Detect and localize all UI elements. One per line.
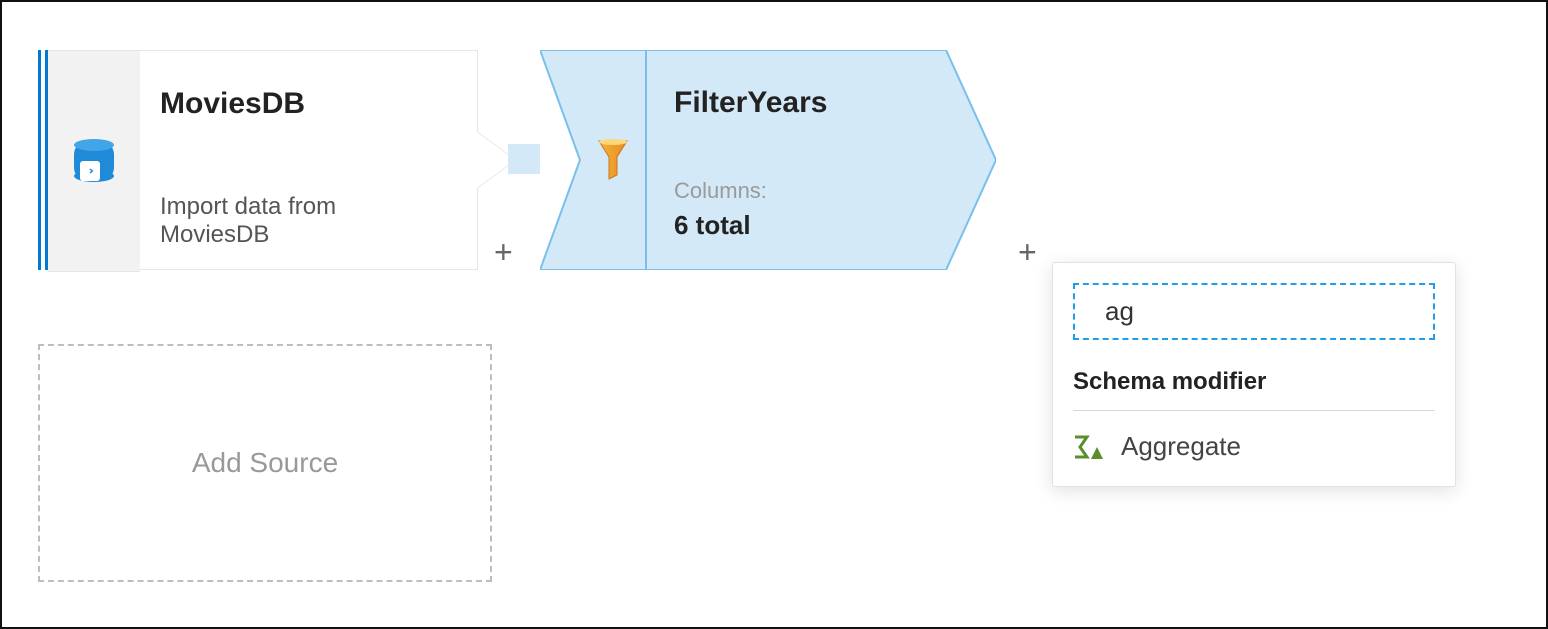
flow-connector (508, 144, 540, 174)
aggregate-icon (1073, 435, 1103, 459)
filter-node[interactable]: FilterYears Columns: 6 total (540, 50, 996, 270)
filter-body: FilterYears Columns: 6 total (664, 50, 946, 270)
database-icon (74, 139, 114, 183)
picker-category-header: Schema modifier (1073, 368, 1435, 411)
add-transform-after-filter-button[interactable]: + (1018, 234, 1037, 271)
transformation-picker: Schema modifier Aggregate (1052, 262, 1456, 487)
picker-item-aggregate[interactable]: Aggregate (1073, 431, 1435, 462)
filter-title: FilterYears (674, 86, 936, 120)
source-title: MoviesDB (160, 87, 441, 121)
filter-columns-value: 6 total (674, 210, 936, 241)
source-selection-marks (38, 50, 48, 270)
transformation-search[interactable] (1073, 283, 1435, 340)
funnel-icon (597, 139, 629, 181)
source-icon-column (48, 50, 140, 272)
add-transform-after-source-button[interactable]: + (494, 234, 513, 271)
add-source-label: Add Source (192, 447, 338, 479)
source-body: MoviesDB Import data from MoviesDB (140, 50, 478, 270)
add-source-placeholder[interactable]: Add Source (38, 344, 492, 582)
transformation-search-input[interactable] (1103, 295, 1442, 328)
picker-item-label: Aggregate (1121, 431, 1241, 462)
filter-columns-label: Columns: (674, 178, 936, 204)
filter-icon-column (580, 50, 646, 270)
source-node[interactable]: MoviesDB Import data from MoviesDB (38, 50, 478, 270)
source-subtitle: Import data from MoviesDB (160, 193, 441, 249)
dataflow-canvas: MoviesDB Import data from MoviesDB + (0, 0, 1548, 629)
